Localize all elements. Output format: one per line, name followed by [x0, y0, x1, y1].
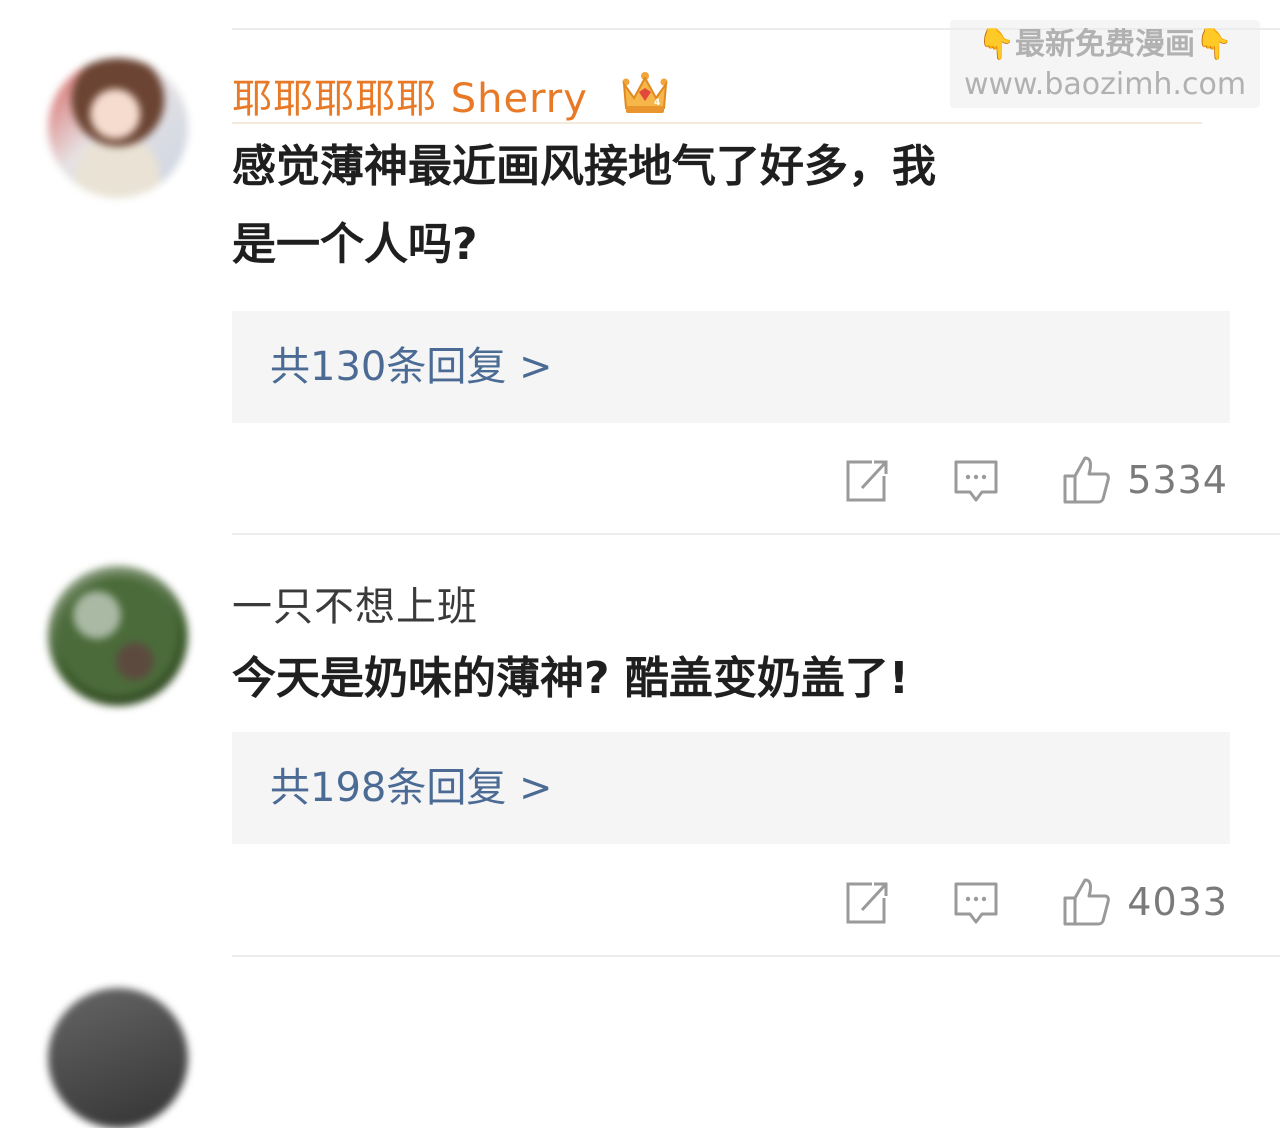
share-icon[interactable] [842, 454, 890, 506]
avatar[interactable] [48, 988, 188, 1128]
comment-text: 今天是奶味的薄神? 酷盖变奶盖了! [232, 653, 909, 704]
comment-actions: 5334 [232, 454, 1228, 514]
svg-text:4: 4 [654, 98, 660, 108]
comment-actions: 4033 [232, 876, 1228, 936]
view-replies-link[interactable]: 共130条回复 > [232, 311, 1230, 423]
watermark-title: 最新免费漫画 [1015, 27, 1195, 62]
view-replies-link[interactable]: 共198条回复 > [232, 732, 1230, 844]
commenter-name[interactable]: 一只不想上班 [232, 574, 478, 632]
comment-icon[interactable] [952, 454, 1000, 506]
avatar[interactable] [48, 58, 188, 198]
commenter-name[interactable]: 耶耶耶耶耶 Sherry [232, 66, 588, 124]
crown-icon: 4 [622, 72, 668, 113]
comment-text: 感觉薄神最近画风接地气了好多，我 是一个人吗? [232, 141, 936, 270]
pointing-down-icon: 👇 [1195, 27, 1233, 62]
like-icon[interactable] [1060, 876, 1112, 928]
divider [232, 533, 1280, 535]
like-count: 5334 [1127, 458, 1228, 502]
share-icon[interactable] [842, 876, 890, 928]
like-count: 4033 [1127, 880, 1228, 924]
pointing-down-icon: 👇 [977, 27, 1015, 62]
name-underline [232, 122, 1202, 124]
divider [232, 955, 1280, 957]
avatar[interactable] [48, 566, 188, 706]
like-icon[interactable] [1060, 454, 1112, 506]
watermark-url: www.baozimh.com [963, 67, 1247, 102]
comment-icon[interactable] [952, 876, 1000, 928]
watermark: 👇最新免费漫画👇 www.baozimh.com [950, 20, 1260, 108]
